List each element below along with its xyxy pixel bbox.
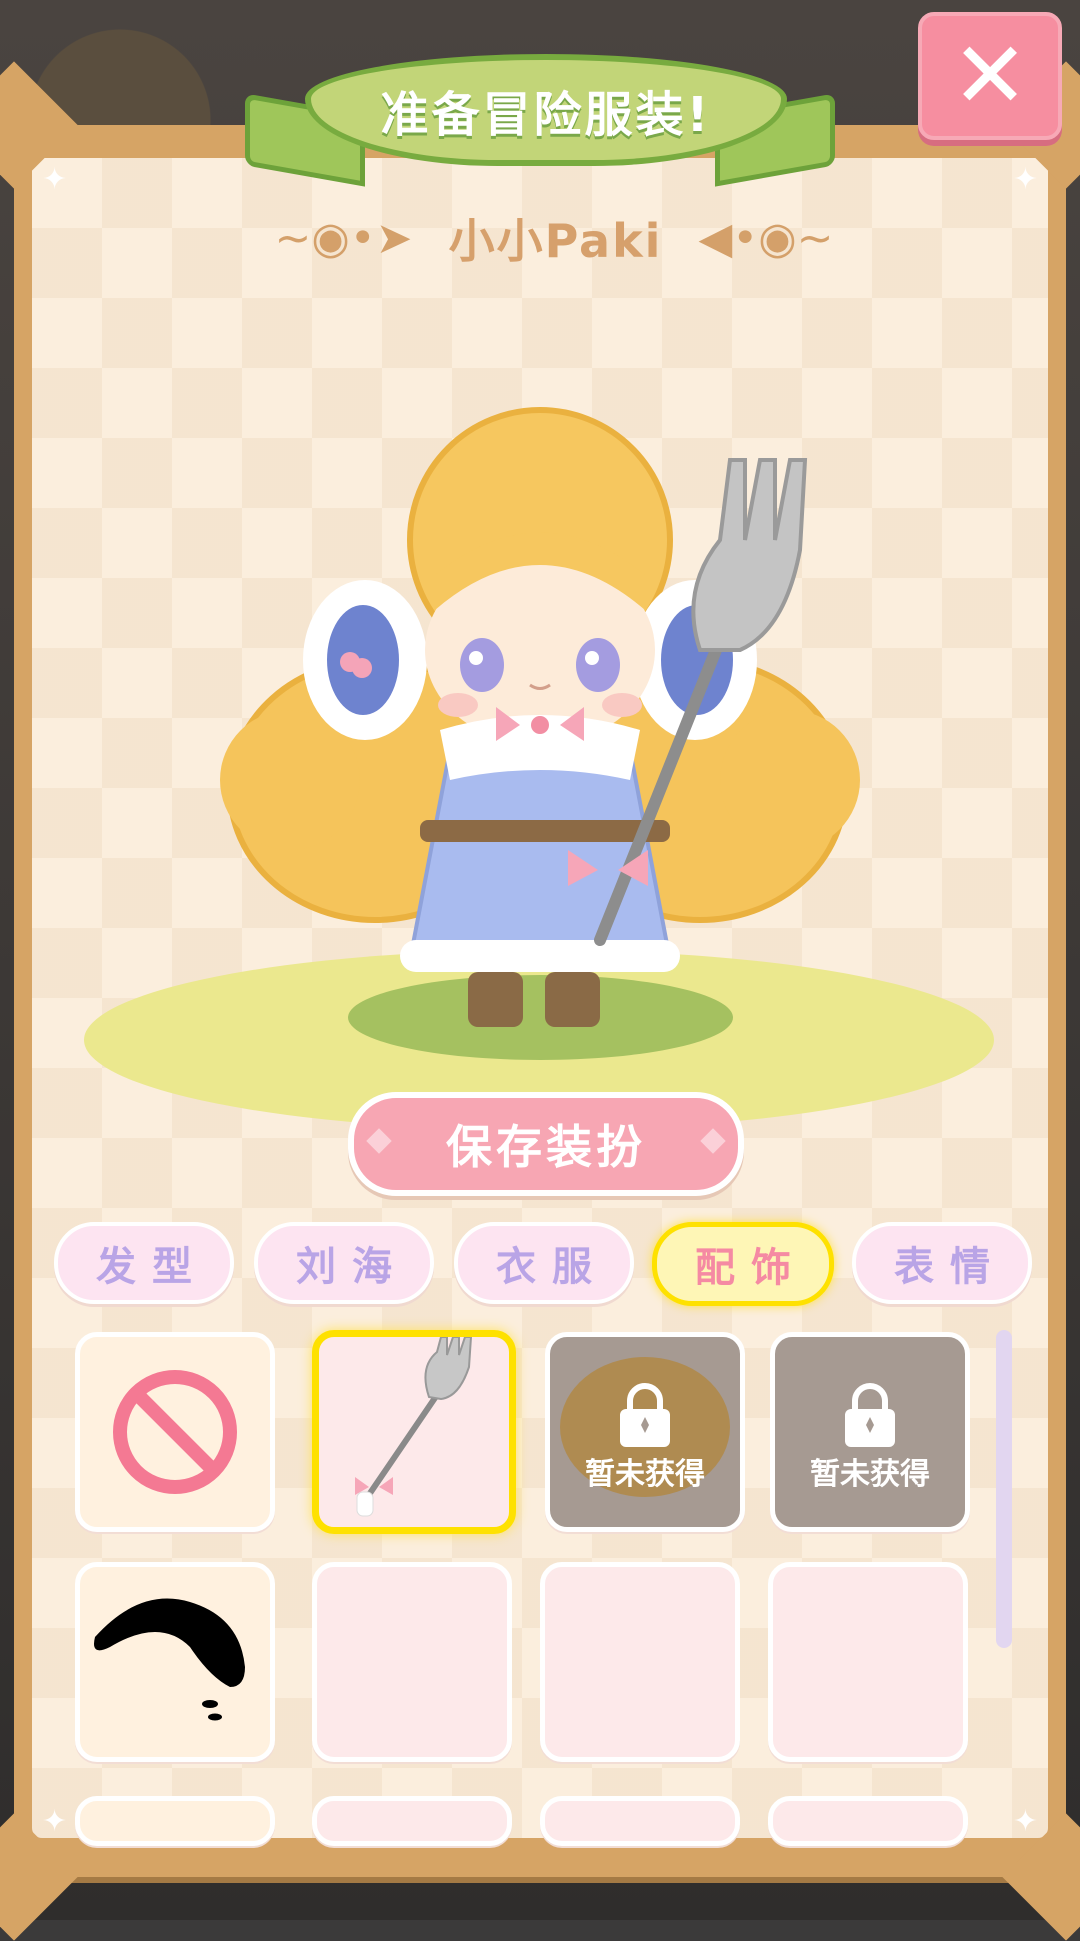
item-fork-accessory[interactable] — [312, 1330, 516, 1534]
item-locked[interactable]: 暂未获得 — [545, 1332, 745, 1532]
tab-label: 配饰 — [695, 1245, 807, 1291]
item-empty[interactable] — [540, 1562, 740, 1762]
item-partial[interactable] — [540, 1796, 740, 1846]
tab-hairstyle[interactable]: 发型 — [54, 1222, 234, 1304]
tab-label: 刘海 — [296, 1244, 408, 1290]
fork-accessory-icon — [355, 1337, 473, 1517]
tab-clothes[interactable]: 衣服 — [454, 1222, 634, 1304]
close-icon: ✕ — [951, 22, 1029, 129]
close-button[interactable]: ✕ — [918, 12, 1062, 140]
item-scrollbar[interactable] — [996, 1330, 1012, 1648]
page-title: 准备冒险服装! — [380, 87, 712, 143]
title-ribbon: 准备冒险服装! — [245, 42, 835, 187]
character-name-row: ~◉•➤ 小小Paki ◀•◉~ — [244, 200, 864, 276]
item-none[interactable] — [75, 1332, 275, 1532]
eyebrow-accessory-icon — [94, 1598, 245, 1721]
game-screen: ~◉•➤ 小小Paki ◀•◉~ ✦ ✦ ✦ ✦ 准备冒险服装! ✕ 保存装扮 … — [0, 0, 1080, 1941]
tab-expression[interactable]: 表情 — [852, 1222, 1032, 1304]
locked-label: 暂未获得 — [585, 1457, 705, 1492]
character-preview — [220, 407, 860, 1027]
sparkle-icon: ✦ — [1012, 162, 1038, 197]
save-outfit-label: 保存装扮 — [446, 1120, 646, 1174]
face — [425, 532, 655, 745]
diamond-icon — [366, 1128, 392, 1154]
right-flourish-icon: ◀•◉~ — [698, 212, 834, 264]
left-flourish-icon: ~◉•➤ — [274, 212, 413, 264]
character-name: 小小Paki — [448, 214, 663, 268]
save-outfit-button[interactable]: 保存装扮 — [348, 1092, 744, 1196]
tab-accessories[interactable]: 配饰 — [652, 1222, 834, 1306]
tab-label: 表情 — [894, 1244, 1006, 1290]
lock-icon — [620, 1383, 670, 1447]
item-partial[interactable] — [768, 1796, 968, 1846]
item-locked[interactable]: 暂未获得 — [770, 1332, 970, 1532]
sparkle-icon: ✦ — [42, 162, 68, 197]
tab-bangs[interactable]: 刘海 — [254, 1222, 434, 1304]
no-entry-icon — [113, 1370, 237, 1494]
item-empty[interactable] — [768, 1562, 968, 1762]
item-eyebrow-accessory[interactable] — [75, 1562, 275, 1762]
item-empty[interactable] — [312, 1562, 512, 1762]
item-partial[interactable] — [75, 1796, 275, 1846]
diamond-icon — [700, 1128, 726, 1154]
ribbon-banner: 准备冒险服装! — [305, 54, 787, 166]
tab-label: 衣服 — [496, 1244, 608, 1290]
locked-label: 暂未获得 — [810, 1457, 930, 1492]
item-partial[interactable] — [312, 1796, 512, 1846]
lock-icon — [845, 1383, 895, 1447]
ear-muff-left — [303, 580, 427, 740]
sparkle-icon: ✦ — [42, 1804, 68, 1839]
sparkle-icon: ✦ — [1012, 1804, 1038, 1839]
tab-label: 发型 — [96, 1244, 208, 1290]
